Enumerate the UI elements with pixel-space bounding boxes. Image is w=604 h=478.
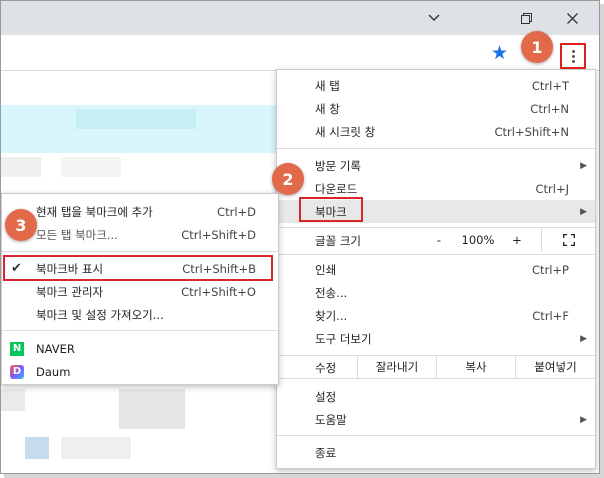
zoom-out-button[interactable]: - [427, 228, 451, 252]
submenu-item-shortcut: Ctrl+D [217, 204, 256, 219]
zoom-in-button[interactable]: + [505, 228, 529, 252]
menu-item-label: 방문 기록 [315, 158, 361, 173]
submenu-item-import[interactable]: 북마크 및 설정 가져오기... [2, 303, 278, 326]
bookmark-daum[interactable]: D Daum [2, 360, 278, 383]
edit-label: 수정 [315, 361, 337, 375]
highlight-show-bookmark-bar [3, 255, 273, 281]
title-bar [1, 1, 599, 35]
menu-item-label: 전송... [315, 285, 348, 300]
chevron-right-icon: ▶ [580, 414, 587, 425]
chevron-right-icon: ▶ [580, 333, 587, 344]
menu-item-label: 도구 더보기 [315, 331, 372, 346]
bookmarks-submenu: 현재 탭을 북마크에 추가 Ctrl+D 모든 탭 북마크... Ctrl+Sh… [1, 193, 279, 385]
chevron-right-icon: ▶ [580, 206, 587, 217]
bookmark-label: Daum [36, 364, 71, 379]
submenu-item-all-tabs[interactable]: 모든 탭 북마크... Ctrl+Shift+D [2, 223, 278, 246]
blurred-block [25, 437, 49, 459]
menu-item-label: 찾기... [315, 308, 348, 323]
menu-item-history[interactable]: 방문 기록 ▶ [277, 154, 595, 177]
star-icon[interactable]: ★ [491, 42, 508, 64]
zoom-row: 글꼴 크기 - 100% + [277, 228, 595, 252]
restore-icon[interactable] [503, 1, 549, 35]
menu-divider [277, 254, 595, 255]
menu-item-print[interactable]: 인쇄 Ctrl+P [277, 258, 595, 281]
daum-favicon-icon: D [10, 364, 24, 379]
menu-item-cast[interactable]: 전송... [277, 281, 595, 304]
browser-toolbar: ★ [1, 35, 599, 71]
menu-item-label: 도움말 [315, 412, 347, 427]
submenu-item-add-tab[interactable]: 현재 탭을 북마크에 추가 Ctrl+D [2, 200, 278, 223]
blurred-block [119, 389, 185, 429]
menu-item-label: 다운로드 [315, 181, 358, 196]
menu-item-settings[interactable]: 설정 [277, 385, 595, 408]
submenu-item-label: 현재 탭을 북마크에 추가 [36, 204, 153, 219]
chrome-main-menu: 새 탭 Ctrl+T 새 창 Ctrl+N 새 시크릿 창 Ctrl+Shift… [276, 69, 596, 469]
submenu-item-label: 북마크 및 설정 가져오기... [36, 307, 164, 322]
menu-item-new-tab[interactable]: 새 탭 Ctrl+T [277, 74, 595, 97]
submenu-item-label: 모든 탭 북마크... [36, 227, 118, 242]
menu-divider [277, 435, 595, 436]
menu-item-help[interactable]: 도움말 ▶ [277, 408, 595, 431]
blurred-block [76, 109, 196, 129]
copy-button[interactable]: 복사 [436, 356, 515, 378]
menu-item-more-tools[interactable]: 도구 더보기 ▶ [277, 327, 595, 350]
menu-item-label: 인쇄 [315, 262, 337, 277]
menu-item-label: 새 탭 [315, 78, 340, 93]
menu-item-label: 종료 [315, 445, 337, 460]
blurred-block [1, 157, 41, 177]
submenu-divider [2, 330, 278, 331]
submenu-item-bookmark-manager[interactable]: 북마크 관리자 Ctrl+Shift+O [2, 280, 278, 303]
menu-item-shortcut: Ctrl+T [531, 78, 569, 93]
step-badge-2: 2 [272, 163, 304, 195]
bookmark-label: NAVER [36, 341, 75, 356]
step-badge-1: 1 [521, 31, 553, 63]
menu-item-label: 새 창 [315, 101, 340, 116]
submenu-item-label: 북마크 관리자 [36, 284, 104, 299]
menu-item-label: 설정 [315, 389, 337, 404]
fullscreen-icon[interactable] [541, 228, 595, 252]
step-badge-3: 3 [5, 209, 37, 241]
menu-item-shortcut: Ctrl+P [531, 262, 569, 277]
submenu-item-shortcut: Ctrl+Shift+O [181, 284, 256, 299]
menu-item-find[interactable]: 찾기... Ctrl+F [277, 304, 595, 327]
close-icon[interactable] [549, 1, 595, 35]
menu-item-shortcut: Ctrl+N [530, 101, 569, 116]
blurred-block [61, 437, 131, 459]
menu-item-shortcut: Ctrl+J [535, 181, 570, 196]
edit-row: 수정 잘라내기 복사 붙여넣기 [277, 355, 595, 379]
kebab-menu-icon[interactable] [560, 43, 586, 69]
menu-item-exit[interactable]: 종료 [277, 441, 595, 464]
submenu-item-shortcut: Ctrl+Shift+D [181, 227, 256, 242]
blurred-block [1, 389, 25, 411]
browser-window: ★ 새 탭 Ctrl+T 새 창 Ctrl+N 새 시크릿 창 Ctrl+Shi… [0, 0, 600, 474]
highlight-bookmarks-item [299, 197, 363, 222]
menu-item-shortcut: Ctrl+F [532, 308, 569, 323]
menu-divider [277, 148, 595, 149]
zoom-label: 글꼴 크기 [315, 234, 361, 248]
submenu-divider [2, 251, 278, 252]
menu-item-incognito[interactable]: 새 시크릿 창 Ctrl+Shift+N [277, 120, 595, 143]
menu-item-shortcut: Ctrl+Shift+N [494, 124, 569, 139]
chevron-down-icon[interactable] [411, 1, 457, 35]
naver-favicon-icon: N [10, 341, 24, 356]
chevron-right-icon: ▶ [580, 160, 587, 171]
menu-item-label: 새 시크릿 창 [315, 124, 376, 139]
menu-item-new-window[interactable]: 새 창 Ctrl+N [277, 97, 595, 120]
zoom-value: 100% [461, 233, 495, 247]
blurred-block [61, 157, 121, 177]
bookmark-naver[interactable]: N NAVER [2, 337, 278, 360]
paste-button[interactable]: 붙여넣기 [515, 356, 595, 378]
cut-button[interactable]: 잘라내기 [357, 356, 436, 378]
